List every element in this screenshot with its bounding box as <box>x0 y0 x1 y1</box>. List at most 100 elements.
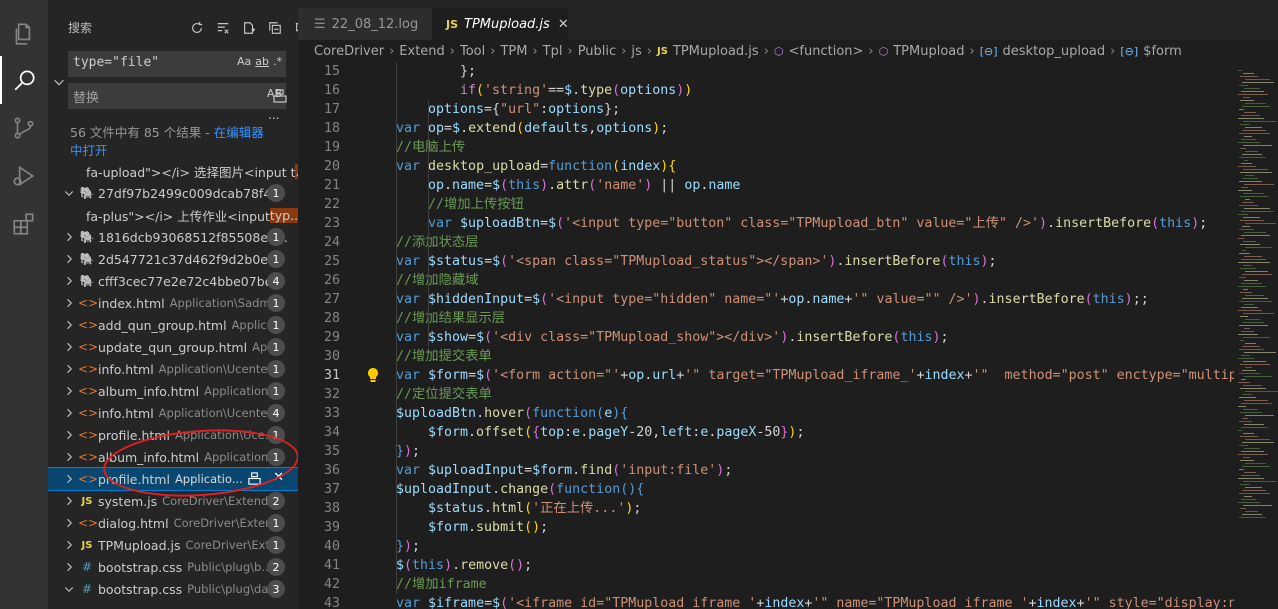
minimap[interactable] <box>1234 62 1278 609</box>
chevron-right-icon[interactable] <box>62 231 76 243</box>
code-line[interactable]: 33 $uploadBtn.hover(function(e){ <box>298 404 1234 423</box>
file-result-row[interactable]: <> index.html Application\Sadm... 1 <box>48 292 298 314</box>
code-line[interactable]: 29 var $show=$('<div class="TPMupload_sho… <box>298 328 1234 347</box>
explorer-icon[interactable] <box>0 10 48 58</box>
breadcrumb-item[interactable]: CoreDriver <box>314 44 384 59</box>
toggle-replace-icon[interactable] <box>52 74 66 88</box>
code-line[interactable]: 16 if('string'==$.type(options)) <box>298 81 1234 100</box>
chevron-right-icon[interactable] <box>62 275 76 287</box>
chevron-right-icon[interactable] <box>62 495 76 507</box>
code-line[interactable]: 41 $(this).remove(); <box>298 556 1234 575</box>
file-result-row[interactable]: JS TPMupload.js CoreDriver\Ext... 1 <box>48 534 298 556</box>
code-line[interactable]: 17 options={"url":options}; <box>298 100 1234 119</box>
tab-tpmupload[interactable]: JS TPMupload.js ✕ <box>432 8 569 40</box>
code-line[interactable]: 24 //添加状态层 <box>298 233 1234 252</box>
code-line[interactable]: 22 //增加上传按钮 <box>298 195 1234 214</box>
breadcrumb-item[interactable]: js <box>631 44 641 59</box>
chevron-right-icon[interactable] <box>62 517 76 529</box>
replace-all-icon[interactable] <box>272 88 288 108</box>
replace-placeholder[interactable]: 替换 <box>73 91 99 106</box>
extensions-icon[interactable] <box>0 200 48 248</box>
chevron-right-icon[interactable] <box>62 319 76 331</box>
view-as-tree-icon[interactable] <box>290 17 298 39</box>
code-line[interactable]: 43 var $iframe=$('<iframe id="TPMupload_i… <box>298 594 1234 609</box>
breadcrumb-item[interactable]: $form <box>1143 44 1182 59</box>
file-result-row[interactable]: # bootstrap.css Public\plug\b... 2 <box>48 556 298 578</box>
file-result-row[interactable]: <> update_qun_group.html Ap... 1 <box>48 336 298 358</box>
close-icon[interactable]: ✕ <box>558 17 569 32</box>
chevron-right-icon[interactable] <box>62 429 76 441</box>
replace-input[interactable]: 替换 AB <box>68 83 286 109</box>
chevron-right-icon[interactable] <box>62 539 76 551</box>
code-line[interactable]: 30 //增加提交表单 <box>298 347 1234 366</box>
code-line[interactable]: 27 var $hiddenInput=$('<input type="hidde… <box>298 290 1234 309</box>
code-line[interactable]: 19 //电脑上传 <box>298 138 1234 157</box>
chevron-right-icon[interactable] <box>62 407 76 419</box>
file-result-row[interactable]: 🐘 2d547721c37d462f9d2b0e... 1 <box>48 248 298 270</box>
code-line[interactable]: 20 var desktop_upload=function(index){ <box>298 157 1234 176</box>
match-word-toggle[interactable]: ab <box>255 55 269 68</box>
search-input[interactable]: type="file" Aa ab .* <box>68 51 286 77</box>
code-line[interactable]: 32 //定位提交表单 <box>298 385 1234 404</box>
chevron-down-icon[interactable] <box>62 583 76 595</box>
search-input-value[interactable]: type="file" <box>73 55 159 70</box>
more-options-icon[interactable]: ... <box>268 108 279 122</box>
file-result-row[interactable]: 🐘 27df97b2499c009dcab78f4... 1 <box>48 182 298 204</box>
collapse-all-icon[interactable] <box>264 17 286 39</box>
breadcrumb-item[interactable]: TPMupload.js <box>673 44 759 59</box>
tab-log[interactable]: ☰ 22_08_12.log <box>298 8 432 40</box>
chevron-right-icon[interactable] <box>62 473 76 485</box>
run-debug-icon[interactable] <box>0 152 48 200</box>
breadcrumb-item[interactable]: Extend <box>399 44 445 59</box>
chevron-right-icon[interactable] <box>62 451 76 463</box>
breadcrumb-item[interactable]: <function> <box>789 44 864 59</box>
code-line[interactable]: 35}); <box>298 442 1234 461</box>
code-line[interactable]: 36 var $uploadInput=$form.find('input:fil… <box>298 461 1234 480</box>
breadcrumb-item[interactable]: desktop_upload <box>1003 44 1106 59</box>
file-result-row[interactable]: <> dialog.html CoreDriver\Exten... 1 <box>48 512 298 534</box>
code-editor[interactable]: 15}; 16 if('string'==$.type(options)) 17 opt… <box>298 62 1234 609</box>
file-result-row[interactable]: <> info.html Application\Ucente... 1 <box>48 358 298 380</box>
breadcrumb-item[interactable]: TPMupload <box>893 44 964 59</box>
code-line[interactable]: 34 $form.offset({top:e.pageY-20,left:e.pa… <box>298 423 1234 442</box>
match-line[interactable]: fa-upload"></i> 选择图片<input t... <box>86 160 298 182</box>
code-line[interactable]: 40}); <box>298 537 1234 556</box>
code-line[interactable]: 25 var $status=$('<span class="TPMupload_… <box>298 252 1234 271</box>
code-line[interactable]: 39 $form.submit(); <box>298 518 1234 537</box>
chevron-right-icon[interactable] <box>62 385 76 397</box>
chevron-right-icon[interactable] <box>62 253 76 265</box>
refresh-icon[interactable] <box>186 17 208 39</box>
chevron-down-icon[interactable] <box>62 187 76 199</box>
code-line[interactable]: 18 var op=$.extend(defaults,options); <box>298 119 1234 138</box>
code-line[interactable]: 26 //增加隐藏域 <box>298 271 1234 290</box>
code-line[interactable]: 21 op.name=$(this).attr('name') || op.nam… <box>298 176 1234 195</box>
code-line[interactable]: 28 //增加结果显示层 <box>298 309 1234 328</box>
code-line[interactable]: 31 var $form=$('<form action="'+op.url+'"… <box>298 366 1234 385</box>
chevron-right-icon[interactable] <box>62 341 76 353</box>
file-result-row[interactable]: <> info.html Application\Ucente... 4 <box>48 402 298 424</box>
chevron-right-icon[interactable] <box>62 363 76 375</box>
breadcrumb-item[interactable]: Tool <box>460 44 485 59</box>
breadcrumb-item[interactable]: TPM <box>500 44 527 59</box>
file-result-row[interactable]: 🐘 1816dcb93068512f85508e7... 1 <box>48 226 298 248</box>
clear-results-icon[interactable] <box>212 17 234 39</box>
file-result-row[interactable]: <> add_qun_group.html Applic... 1 <box>48 314 298 336</box>
chevron-right-icon[interactable] <box>62 297 76 309</box>
code-line[interactable]: 37 $uploadInput.change(function(){ <box>298 480 1234 499</box>
regex-toggle[interactable]: .* <box>273 55 282 68</box>
match-case-toggle[interactable]: Aa <box>237 55 251 68</box>
file-result-row[interactable]: 🐘 cfff3cec77e2e72c4bbe07be... 4 <box>48 270 298 292</box>
source-control-icon[interactable] <box>0 104 48 152</box>
code-line[interactable]: 23 var $uploadBtn=$('<input type="button"… <box>298 214 1234 233</box>
breadcrumb-item[interactable]: Public <box>578 44 616 59</box>
breadcrumb-item[interactable]: Tpl <box>543 44 563 59</box>
code-line[interactable]: 15}; <box>298 62 1234 81</box>
file-result-row[interactable]: <> album_info.html Application... 1 <box>48 380 298 402</box>
code-line[interactable]: 38 $status.html('正在上传...'); <box>298 499 1234 518</box>
code-line[interactable]: 42 //增加iframe <box>298 575 1234 594</box>
search-icon[interactable] <box>0 56 48 104</box>
new-search-editor-icon[interactable] <box>238 17 260 39</box>
chevron-right-icon[interactable] <box>62 561 76 573</box>
file-result-row[interactable]: # bootstrap.css Public\plug\da... 3 <box>48 578 298 600</box>
match-line[interactable]: fa-plus"></i> 上传作业<input typ... <box>86 204 298 226</box>
